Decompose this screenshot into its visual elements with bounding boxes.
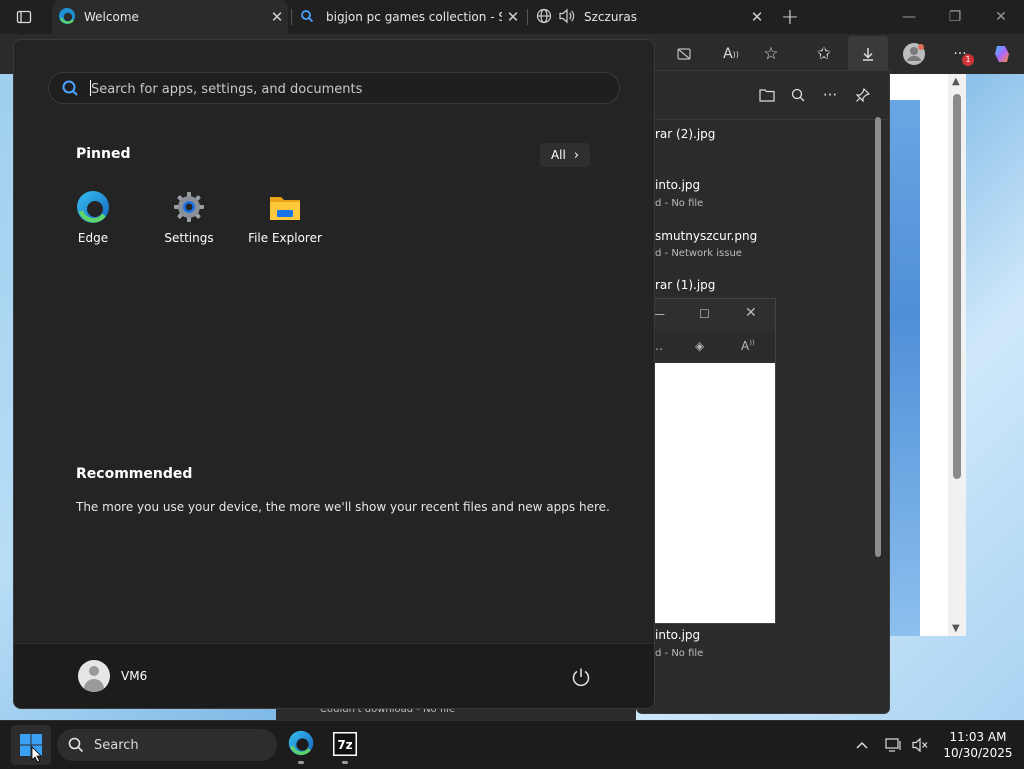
clock-date: 10/30/2025 [943, 746, 1013, 760]
scroll-up-icon[interactable]: ▲ [952, 76, 960, 87]
start-search-box[interactable] [48, 72, 620, 104]
volume-muted-icon[interactable] [910, 735, 930, 755]
pinned-title: Pinned [76, 146, 131, 162]
edge-icon [77, 191, 109, 223]
pinned-app-label: Edge [77, 231, 109, 245]
preview-titlebar: — ☐ ✕ [637, 299, 775, 331]
new-tab-icon[interactable]: + [776, 3, 804, 31]
scroll-down-icon[interactable]: ▼ [952, 623, 960, 634]
favorite-star-icon[interactable]: ☆ [757, 40, 785, 68]
gear-icon [174, 192, 204, 222]
globe-icon [536, 8, 552, 27]
recommended-text: The more you use your device, the more w… [76, 500, 610, 514]
user-name[interactable]: VM6 [121, 669, 147, 683]
edge-icon [288, 730, 314, 756]
taskbar-7zip[interactable]: 7z [326, 726, 364, 764]
pinned-app-label: File Explorer [248, 231, 322, 245]
minimize-icon[interactable]: — [886, 0, 932, 34]
preview-toolbar: … ◈ A)) [637, 331, 775, 361]
tab-title: Welcome [84, 10, 139, 24]
preview-content [653, 363, 775, 623]
download-item-name[interactable]: rar (2).jpg [655, 127, 715, 141]
chevron-right-icon: › [573, 147, 580, 163]
tab-actions-icon[interactable] [10, 3, 38, 31]
windows-logo-icon [20, 734, 42, 763]
all-apps-label: All [550, 148, 566, 162]
profile-icon[interactable] [900, 40, 928, 68]
downloads-scrollbar[interactable] [875, 117, 881, 557]
copilot-icon[interactable] [988, 40, 1016, 68]
download-item-status: d - No file [655, 648, 704, 659]
maximize-icon[interactable]: ☐ [699, 307, 710, 321]
start-menu: Pinned All › Edge Settings [13, 39, 655, 709]
close-icon[interactable]: ✕ [266, 0, 288, 34]
page-scrollbar[interactable]: ▲ ▼ [948, 74, 966, 636]
tracking-prevention-icon[interactable] [670, 40, 698, 68]
tab-title: Szczuras [584, 10, 637, 24]
clock-time: 11:03 AM [949, 730, 1007, 744]
svg-text:7z: 7z [337, 738, 352, 752]
downloads-icon[interactable] [848, 36, 888, 72]
read-aloud-icon[interactable]: A)) [741, 339, 755, 353]
chevron-up-icon[interactable] [852, 735, 872, 755]
search-icon [62, 80, 78, 96]
all-apps-button[interactable]: All › [540, 143, 590, 167]
7zip-icon: 7z [333, 732, 357, 756]
running-indicator [298, 761, 304, 764]
open-folder-icon[interactable] [755, 83, 779, 107]
download-item-name[interactable]: into.jpg [655, 628, 700, 642]
pinned-app-file-explorer[interactable]: File Explorer [237, 190, 333, 250]
immersive-reader-icon[interactable]: ◈ [695, 339, 704, 353]
search-icon [300, 9, 314, 26]
running-indicator [342, 761, 348, 764]
downloads-header: ··· [637, 71, 889, 120]
taskbar-search-label: Search [94, 738, 139, 753]
tab-welcome[interactable]: Welcome ✕ [52, 0, 288, 34]
text-caret [90, 80, 91, 96]
pinned-app-label: Settings [164, 231, 214, 245]
tab-separator [291, 9, 292, 25]
tab-separator [527, 9, 528, 25]
pinned-app-edge[interactable]: Edge [45, 190, 141, 250]
download-item-status: d - No file [655, 198, 704, 209]
close-icon[interactable]: ✕ [746, 0, 768, 34]
tab-szczuras[interactable]: Szczuras ✕ [532, 0, 768, 34]
start-button[interactable] [11, 725, 51, 765]
download-item-name[interactable]: smutnyszcur.png [655, 229, 757, 243]
notification-badge: 1 [962, 54, 974, 66]
power-icon[interactable] [570, 666, 592, 688]
browser-tab-bar: Welcome ✕ bigjon pc games collection - S… [0, 0, 1024, 34]
search-icon [68, 737, 84, 753]
speaker-icon[interactable] [558, 8, 576, 27]
edge-icon [58, 7, 76, 28]
search-downloads-icon[interactable] [786, 83, 810, 107]
start-user-bar: VM6 [14, 643, 654, 708]
close-icon[interactable]: ✕ [745, 305, 757, 321]
tab-title: bigjon pc games collection - Sear [326, 10, 502, 24]
downloads-more-icon[interactable]: ··· [818, 83, 842, 107]
tab-search[interactable]: bigjon pc games collection - Sear ✕ [296, 0, 524, 34]
taskbar-clock[interactable]: 11:03 AM 10/30/2025 [940, 729, 1016, 761]
web-image [888, 74, 948, 636]
read-aloud-icon[interactable]: A)) [717, 40, 745, 68]
pinned-app-settings[interactable]: Settings [141, 190, 237, 250]
taskbar: Search 7z 11:03 AM 10/30/2025 [0, 720, 1024, 769]
window-close-icon[interactable]: ✕ [978, 0, 1024, 34]
favorites-icon[interactable]: ✩ [810, 40, 838, 68]
taskbar-edge[interactable] [282, 726, 320, 764]
download-item-name[interactable]: rar (1).jpg [655, 278, 715, 292]
avatar[interactable] [78, 660, 110, 692]
download-item-status: d - Network issue [655, 248, 742, 259]
close-icon[interactable]: ✕ [502, 0, 524, 34]
pin-icon[interactable] [850, 83, 874, 107]
image-preview-window: — ☐ ✕ … ◈ A)) [636, 298, 776, 624]
recommended-title: Recommended [76, 466, 193, 482]
start-search-input[interactable] [89, 77, 603, 101]
network-icon[interactable] [884, 735, 904, 755]
folder-icon [270, 197, 300, 220]
restore-icon[interactable]: ❐ [932, 0, 978, 34]
download-item-name[interactable]: into.jpg [655, 178, 700, 192]
taskbar-search[interactable]: Search [57, 729, 277, 761]
scroll-thumb[interactable] [953, 94, 961, 479]
